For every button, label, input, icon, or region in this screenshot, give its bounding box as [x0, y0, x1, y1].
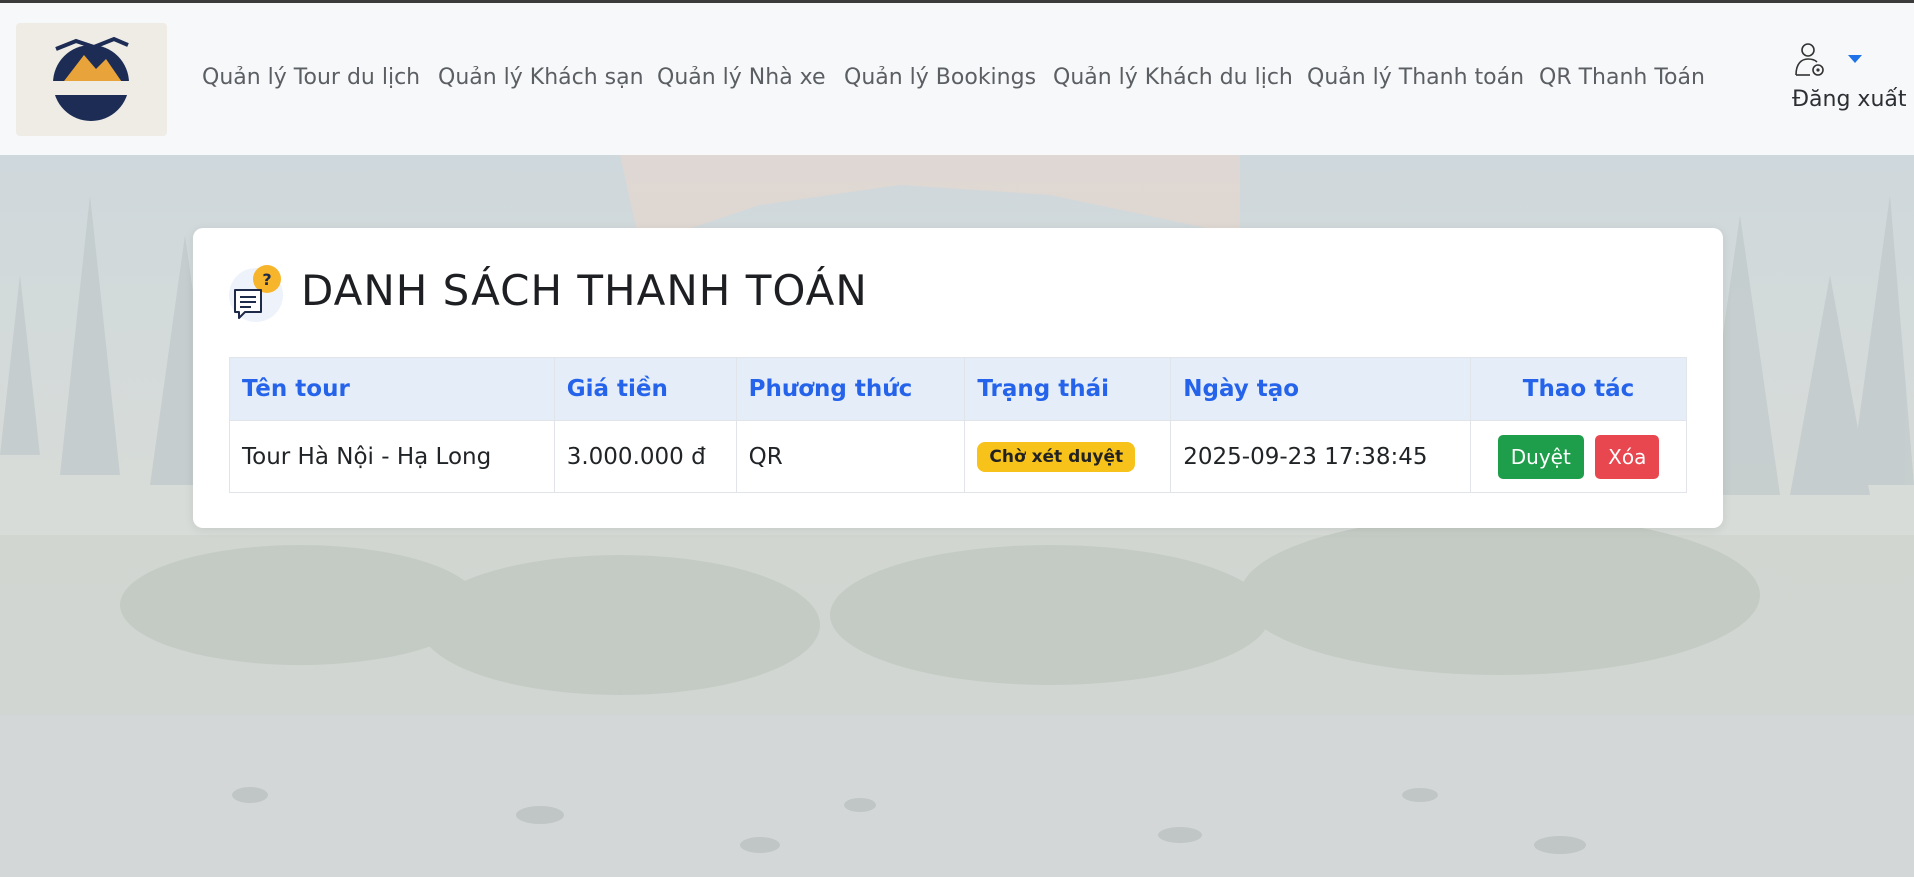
nav-item-qr-payment[interactable]: QR Thanh Toán	[1539, 65, 1705, 90]
table-row: Tour Hà Nội - Hạ Long 3.000.000 đ QR Chờ…	[229, 420, 1687, 493]
svg-text:?: ?	[262, 270, 271, 289]
page-title: DANH SÁCH THANH TOÁN	[301, 266, 868, 315]
nav-item-tour[interactable]: Quản lý Tour du lịch	[202, 65, 420, 90]
cell-price: 3.000.000 đ	[553, 420, 737, 493]
column-header-method: Phương thức	[735, 357, 966, 421]
table-header-row: Tên tour Giá tiền Phương thức Trạng thái…	[229, 357, 1687, 421]
cell-actions: Duyệt Xóa	[1470, 420, 1687, 493]
navbar: Quản lý Tour du lịch Quản lý Khách sạn Q…	[0, 3, 1914, 155]
logout-link[interactable]: Đăng xuất	[1792, 87, 1907, 112]
status-badge: Chờ xét duyệt	[977, 441, 1136, 472]
user-gear-icon[interactable]	[1794, 41, 1828, 79]
nav-item-bus[interactable]: Quản lý Nhà xe	[657, 65, 826, 90]
column-header-status: Trạng thái	[964, 357, 1172, 421]
nav-item-bookings[interactable]: Quản lý Bookings	[844, 65, 1036, 90]
payments-card: ? DANH SÁCH THANH TOÁN Tên tour Giá tiền…	[193, 228, 1723, 528]
nav-item-hotel[interactable]: Quản lý Khách sạn	[438, 65, 644, 90]
chat-question-icon: ?	[229, 265, 283, 322]
column-header-tour: Tên tour	[229, 357, 555, 421]
column-header-actions: Thao tác	[1470, 357, 1687, 421]
cell-tour: Tour Hà Nội - Hạ Long	[229, 420, 555, 493]
nav-item-payments[interactable]: Quản lý Thanh toán	[1307, 65, 1524, 90]
nav-item-customers[interactable]: Quản lý Khách du lịch	[1053, 65, 1293, 90]
user-menu[interactable]: Đăng xuất	[1788, 41, 1908, 121]
brand-logo[interactable]	[16, 23, 167, 136]
column-header-created: Ngày tạo	[1170, 357, 1472, 421]
cell-status: Chờ xét duyệt	[964, 420, 1172, 493]
caret-down-icon[interactable]	[1848, 55, 1862, 63]
approve-button[interactable]: Duyệt	[1497, 434, 1584, 479]
cell-method: QR	[735, 420, 966, 493]
payments-table: Tên tour Giá tiền Phương thức Trạng thái…	[229, 357, 1687, 493]
delete-button[interactable]: Xóa	[1595, 434, 1660, 479]
column-header-price: Giá tiền	[553, 357, 737, 421]
cell-created: 2025-09-23 17:38:45	[1170, 420, 1472, 493]
